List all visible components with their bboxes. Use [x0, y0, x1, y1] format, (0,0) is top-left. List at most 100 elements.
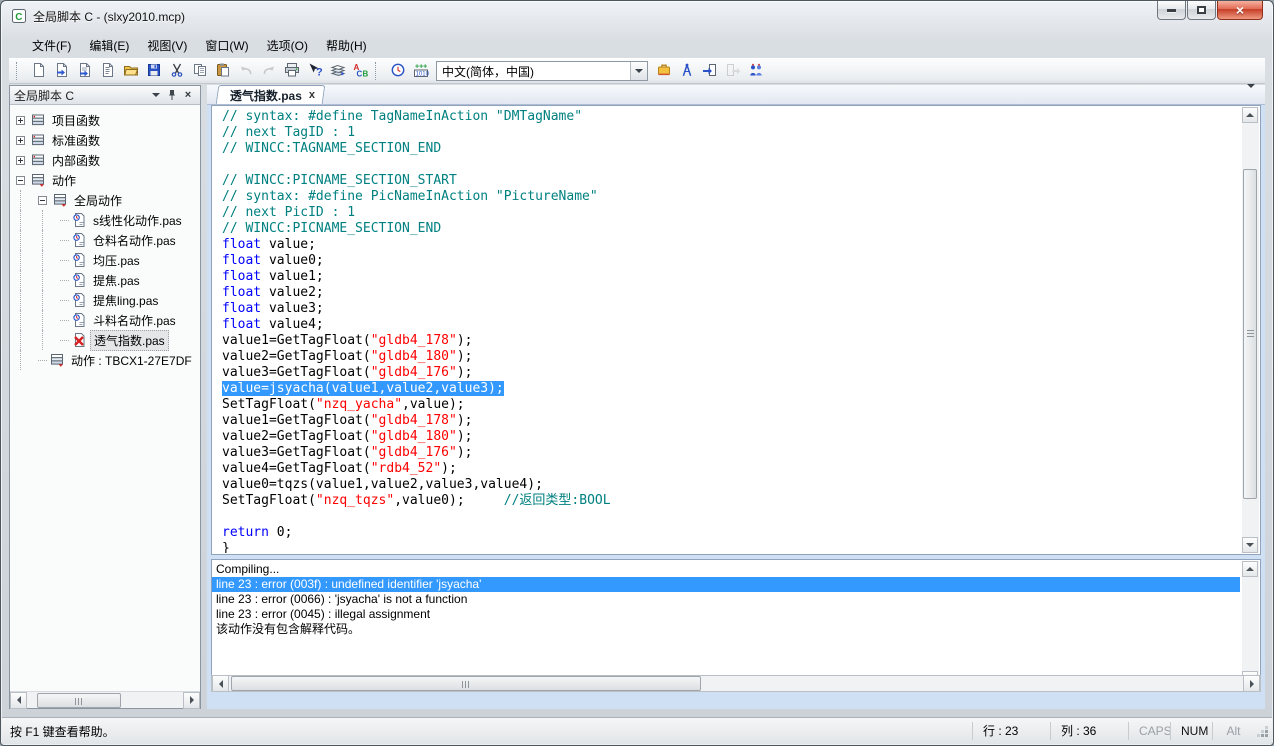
code-line[interactable]: // WINCC:PICNAME_SECTION_START [222, 173, 1240, 189]
code-line[interactable]: float value3; [222, 301, 1240, 317]
compile-all-button[interactable] [326, 60, 349, 82]
code-line[interactable]: value=jsyacha(value1,value2,value3); [222, 381, 1240, 397]
code-line[interactable]: SetTagFloat("nzq_yacha",value); [222, 397, 1240, 413]
code-line[interactable]: // next PicID : 1 [222, 205, 1240, 221]
menu-item-options[interactable]: 选项(O) [258, 34, 317, 57]
language-select-dropdown-button[interactable] [630, 62, 647, 80]
sidebar-pin-button[interactable] [164, 88, 180, 103]
tree-item-label[interactable]: 标准函数 [49, 131, 103, 150]
expand-icon[interactable] [16, 136, 25, 145]
tree-item-label[interactable]: 动作 : TBCX1-27E7DF [68, 351, 195, 370]
scrollbar-thumb[interactable] [37, 693, 121, 708]
code-line[interactable]: return 0; [222, 525, 1240, 541]
code-line[interactable]: value2=GetTagFloat("gldb4_180"); [222, 349, 1240, 365]
minimize-button[interactable] [1157, 1, 1186, 20]
syntax-highlight-button[interactable]: ACB [349, 60, 372, 82]
tree-item-label[interactable]: 提焦.pas [90, 271, 143, 290]
expand-icon[interactable] [16, 156, 25, 165]
code-line[interactable]: value3=GetTagFloat("gldb4_176"); [222, 445, 1240, 461]
output-horizontal-scrollbar[interactable] [211, 675, 1261, 692]
tab-list-dropdown-button[interactable] [1247, 88, 1255, 102]
tree-item-label[interactable]: 仓料名动作.pas [90, 231, 179, 250]
tree-item[interactable]: 均压.pas [10, 250, 200, 270]
help-select-button[interactable]: ? [303, 60, 326, 82]
open-folder-button[interactable] [119, 60, 142, 82]
code-line[interactable]: float value; [222, 237, 1240, 253]
code-line[interactable]: value1=GetTagFloat("gldb4_178"); [222, 413, 1240, 429]
code-line[interactable]: float value4; [222, 317, 1240, 333]
tree-item[interactable]: 透气指数.pas [10, 330, 200, 350]
scrollbar-thumb[interactable] [231, 676, 701, 691]
save-button[interactable] [142, 60, 165, 82]
scroll-left-button[interactable] [10, 692, 27, 709]
binary-counter-button[interactable]: +++1010 [409, 60, 432, 82]
code-line[interactable]: // next TagID : 1 [222, 125, 1240, 141]
resize-grip[interactable] [1254, 723, 1270, 739]
menu-item-window[interactable]: 窗口(W) [196, 34, 257, 57]
output-line-selected[interactable]: line 23 : error (003f) : undefined ident… [212, 577, 1240, 592]
output-line[interactable]: 该动作没有包含解释代码。 [212, 622, 1240, 637]
code-line[interactable]: value4=GetTagFloat("rdb4_52"); [222, 461, 1240, 477]
expand-icon[interactable] [16, 116, 25, 125]
cut-button[interactable] [165, 60, 188, 82]
tree-item-label[interactable]: 提焦ling.pas [90, 291, 161, 310]
language-select[interactable]: 中文(简体，中国) [436, 61, 648, 81]
code-text[interactable]: // syntax: #define TagNameInAction "DMTa… [222, 109, 1240, 553]
code-line[interactable] [222, 157, 1240, 173]
tree-item-label[interactable]: 均压.pas [90, 251, 143, 270]
scroll-down-button[interactable] [1242, 537, 1258, 553]
scroll-left-button[interactable] [212, 675, 229, 692]
tree-item[interactable]: 提焦ling.pas [10, 290, 200, 310]
output-line[interactable]: line 23 : error (0066) : 'jsyacha' is no… [212, 592, 1240, 607]
tree-item-label[interactable]: 斗料名动作.pas [90, 311, 179, 330]
scroll-right-button[interactable] [1243, 675, 1260, 692]
output-panel[interactable]: Compiling...line 23 : error (003f) : und… [211, 559, 1261, 689]
close-button[interactable]: × [1217, 1, 1263, 20]
code-line[interactable]: value3=GetTagFloat("gldb4_176"); [222, 365, 1240, 381]
collapse-icon[interactable] [38, 196, 47, 205]
code-line[interactable]: float value2; [222, 285, 1240, 301]
title-bar[interactable]: C 全局脚本 C - (slxy2010.mcp) × [1, 1, 1273, 31]
editor-vertical-scrollbar[interactable] [1242, 107, 1259, 553]
tree-item[interactable]: 提焦.pas [10, 270, 200, 290]
code-line[interactable]: // WINCC:TAGNAME_SECTION_END [222, 141, 1240, 157]
tree-item[interactable]: s线性化动作.pas [10, 210, 200, 230]
tree-item[interactable]: 动作 : TBCX1-27E7DF [10, 350, 200, 370]
restore-button[interactable] [1187, 1, 1216, 20]
output-vertical-scrollbar[interactable] [1242, 561, 1259, 687]
tab-close-icon[interactable]: x [309, 89, 315, 101]
scroll-right-button[interactable] [183, 692, 200, 709]
tree-item[interactable]: 标准函数 [10, 130, 200, 150]
toggle-compass-button[interactable] [675, 60, 698, 82]
sidebar-menu-button[interactable] [148, 88, 164, 103]
tree-item[interactable]: 斗料名动作.pas [10, 310, 200, 330]
tree-item-label[interactable]: 内部函数 [49, 151, 103, 170]
scroll-up-button[interactable] [1242, 107, 1258, 123]
tab-file[interactable]: 透气指数.pas x [216, 85, 326, 104]
code-line[interactable] [222, 509, 1240, 525]
scrollbar-thumb[interactable] [1243, 169, 1257, 499]
tree-item[interactable]: 全局动作 [10, 190, 200, 210]
authorizations-button[interactable] [744, 60, 767, 82]
view-source-button[interactable] [96, 60, 119, 82]
code-line[interactable]: } [222, 541, 1240, 553]
tree-item-label[interactable]: 动作 [49, 171, 79, 190]
tree-item-label[interactable]: s线性化动作.pas [90, 211, 185, 230]
menu-item-file[interactable]: 文件(F) [23, 34, 80, 57]
tree-item[interactable]: 项目函数 [10, 110, 200, 130]
new-file-button[interactable] [27, 60, 50, 82]
import-action-button[interactable] [698, 60, 721, 82]
code-line[interactable]: // syntax: #define TagNameInAction "DMTa… [222, 109, 1240, 125]
tree-item[interactable]: 内部函数 [10, 150, 200, 170]
code-line[interactable]: // WINCC:PICNAME_SECTION_END [222, 221, 1240, 237]
tree-item[interactable]: 仓料名动作.pas [10, 230, 200, 250]
print-button[interactable] [280, 60, 303, 82]
copy-button[interactable] [188, 60, 211, 82]
tree-item-label[interactable]: 项目函数 [49, 111, 103, 130]
code-line[interactable]: float value1; [222, 269, 1240, 285]
code-line[interactable]: float value0; [222, 253, 1240, 269]
code-line[interactable]: value2=GetTagFloat("gldb4_180"); [222, 429, 1240, 445]
menu-item-edit[interactable]: 编辑(E) [80, 34, 138, 57]
code-editor[interactable]: // syntax: #define TagNameInAction "DMTa… [211, 105, 1261, 555]
collapse-icon[interactable] [16, 176, 25, 185]
